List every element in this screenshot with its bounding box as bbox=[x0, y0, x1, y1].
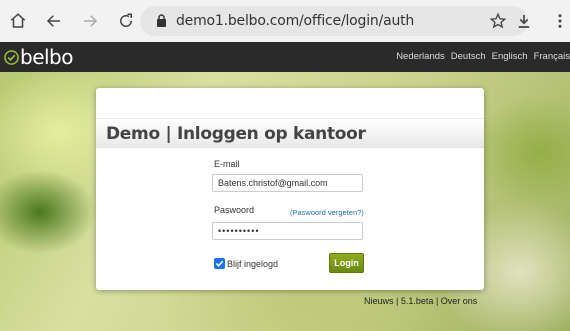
version-text: 5.1.beta bbox=[400, 296, 434, 306]
login-button[interactable]: Login bbox=[329, 253, 364, 273]
site-header: belbo Nederlands Deutsch Englisch França… bbox=[0, 42, 570, 72]
lang-francais[interactable]: Français bbox=[534, 51, 570, 62]
language-menu: Nederlands Deutsch Englisch Français bbox=[396, 51, 570, 62]
login-title-bar: Demo | Inloggen op kantoor bbox=[96, 118, 484, 148]
back-icon[interactable] bbox=[40, 7, 68, 35]
footer-links: Nieuws | 5.1.beta | Over ons bbox=[364, 296, 477, 306]
remember-label: Blijf ingelogd bbox=[227, 258, 279, 269]
reload-icon[interactable] bbox=[112, 7, 140, 35]
url-text: demo1.belbo.com/office/login/auth bbox=[176, 13, 415, 29]
check-circle-icon bbox=[4, 49, 19, 65]
lock-icon bbox=[156, 14, 167, 32]
login-panel: Demo | Inloggen op kantoor E-mail Batens… bbox=[96, 88, 484, 290]
email-label: E-mail bbox=[214, 159, 240, 169]
forward-icon[interactable] bbox=[76, 7, 104, 35]
address-bar[interactable]: demo1.belbo.com/office/login/auth bbox=[140, 6, 528, 36]
more-menu-icon[interactable] bbox=[546, 7, 570, 35]
about-link[interactable]: Over ons bbox=[441, 296, 478, 306]
password-label: Paswoord bbox=[214, 205, 255, 215]
footer-separator: | bbox=[435, 296, 439, 306]
lang-deutsch[interactable]: Deutsch bbox=[451, 51, 486, 62]
email-field[interactable]: Batens.christof@gmail.com bbox=[212, 174, 363, 192]
footer-separator: | bbox=[396, 296, 399, 306]
news-link[interactable]: Nieuws bbox=[364, 296, 394, 306]
remember-checkbox[interactable] bbox=[214, 258, 225, 269]
download-icon[interactable] bbox=[510, 7, 538, 35]
password-field[interactable]: •••••••••• bbox=[212, 222, 363, 240]
home-icon[interactable] bbox=[4, 7, 32, 35]
lang-nederlands[interactable]: Nederlands bbox=[396, 51, 445, 62]
belbo-logo[interactable]: belbo bbox=[4, 45, 74, 69]
remember-me[interactable]: Blijf ingelogd bbox=[214, 258, 278, 269]
page-title: Demo | Inloggen op kantoor bbox=[106, 124, 366, 144]
lang-englisch[interactable]: Englisch bbox=[492, 51, 528, 62]
checkmark-icon bbox=[215, 260, 224, 267]
star-icon[interactable] bbox=[484, 7, 512, 35]
browser-toolbar: demo1.belbo.com/office/login/auth bbox=[0, 0, 570, 42]
forgot-password-link[interactable]: (Paswoord vergeten?) bbox=[290, 208, 364, 217]
logo-text: belbo bbox=[20, 45, 74, 69]
